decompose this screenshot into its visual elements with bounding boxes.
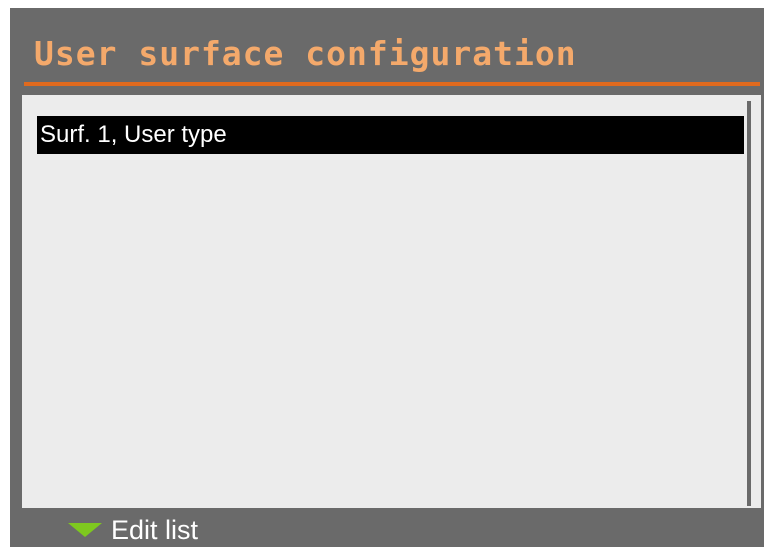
list-scrollbar[interactable]: [747, 101, 751, 506]
page-title: User surface configuration: [34, 34, 577, 73]
surface-list[interactable]: Surf. 1, User type: [22, 95, 761, 508]
triangle-down-icon: [68, 523, 102, 537]
edit-list-label: Edit list: [111, 515, 199, 545]
list-item-surface-1[interactable]: Surf. 1, User type: [37, 116, 744, 154]
device-screen: User surface configuration Surf. 1, User…: [10, 8, 764, 547]
title-divider: [24, 82, 760, 86]
title-bar: User surface configuration: [10, 8, 764, 84]
edit-list-softkey[interactable]: Edit list: [68, 514, 198, 546]
softkey-bar: Edit list: [10, 510, 764, 547]
